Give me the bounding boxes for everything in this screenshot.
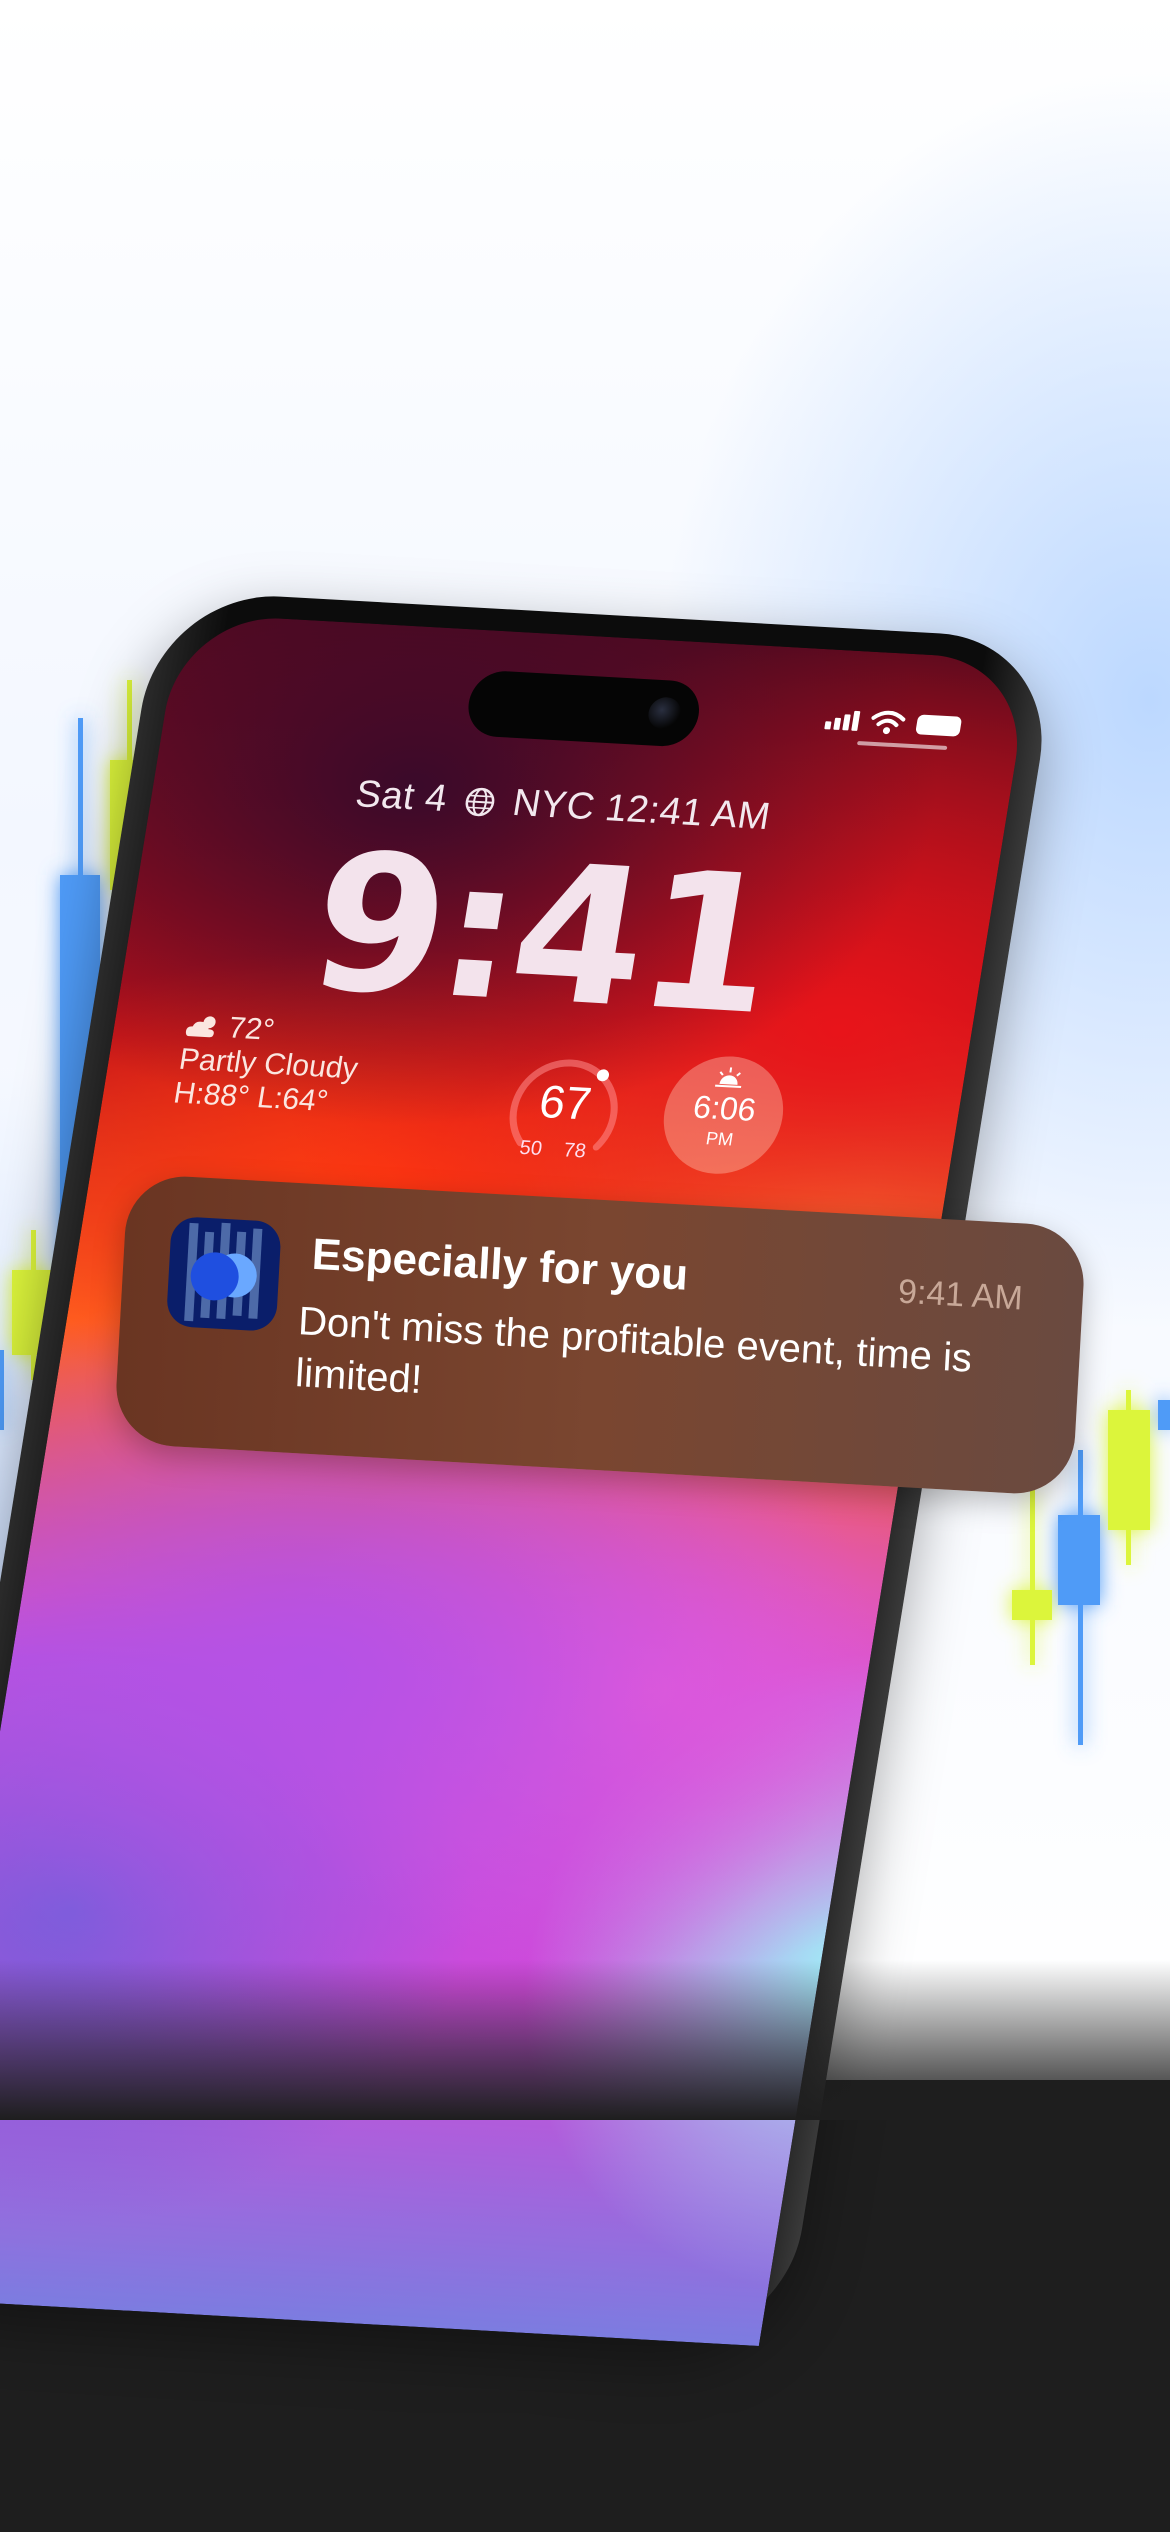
gauge-value: 67 <box>535 1075 596 1130</box>
globe-icon <box>465 787 495 817</box>
sunset-widget[interactable]: 6:06 PM <box>655 1053 792 1177</box>
partly-cloudy-icon <box>185 1016 216 1038</box>
temperature-gauge-widget[interactable]: 67 50 78 <box>493 1042 637 1172</box>
weather-widget[interactable]: 72° Partly Cloudy H:88° L:64° <box>171 1009 366 1120</box>
bottom-fade <box>0 1960 1170 2120</box>
dynamic-island <box>463 669 704 748</box>
status-bar <box>824 707 963 738</box>
sunset-period: PM <box>704 1128 735 1150</box>
notification-time: 9:41 AM <box>897 1272 1024 1318</box>
notification-title: Especially for you <box>310 1229 690 1300</box>
status-underline <box>856 741 948 751</box>
notification-body: Don't miss the profitable event, time is… <box>294 1299 974 1403</box>
cellular-signal-icon <box>824 709 861 731</box>
app-icon <box>165 1215 282 1332</box>
wifi-icon <box>871 710 906 735</box>
sunset-icon <box>714 1067 742 1089</box>
battery-icon <box>915 714 963 737</box>
notification-banner[interactable]: Especially for you 9:41 AM Don't miss th… <box>113 1173 1087 1497</box>
sunset-time: 6:06 <box>690 1088 759 1128</box>
camera-icon <box>646 696 684 730</box>
gauge-high: 78 <box>561 1139 588 1163</box>
weather-temperature: 72° <box>226 1011 277 1047</box>
gauge-low: 50 <box>517 1136 544 1160</box>
